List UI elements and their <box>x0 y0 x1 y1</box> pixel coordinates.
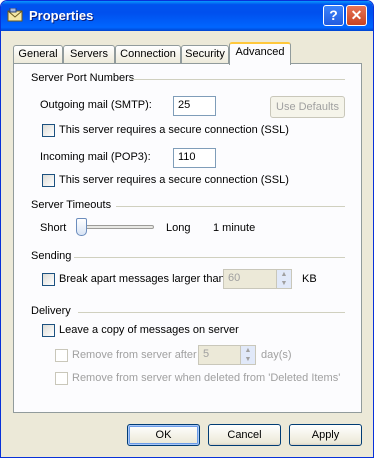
remove-after-unit: day(s) <box>261 349 292 361</box>
spin-up-icon: ▲ <box>280 271 288 278</box>
ok-button[interactable]: OK <box>127 424 200 446</box>
break-apart-unit: KB <box>302 273 317 285</box>
remove-after-label: Remove from server after <box>72 349 197 361</box>
close-icon: ✕ <box>350 7 363 23</box>
remove-after-spinner[interactable]: ▲ ▼ <box>240 346 255 364</box>
advanced-panel: Server Port Numbers Outgoing mail (SMTP)… <box>13 63 362 413</box>
timeout-slider-thumb[interactable] <box>76 218 87 236</box>
remove-deleted-label: Remove from server when deleted from 'De… <box>72 372 341 384</box>
timeouts-group-title: Server Timeouts <box>31 199 112 211</box>
leave-copy-checkbox[interactable] <box>42 324 55 337</box>
break-apart-checkbox[interactable] <box>42 273 55 286</box>
timeout-short-label: Short <box>40 222 67 234</box>
outgoing-ssl-checkbox[interactable] <box>42 124 55 137</box>
outgoing-ssl-label: This server requires a secure connection… <box>59 124 289 136</box>
help-button[interactable]: ? <box>323 5 344 26</box>
tab-servers-label: Servers <box>70 48 108 60</box>
tab-advanced-label: Advanced <box>235 46 285 58</box>
ports-group-divider <box>131 79 345 80</box>
leave-copy-label: Leave a copy of messages on server <box>59 324 239 336</box>
timeout-value-label: 1 minute <box>213 222 256 234</box>
outgoing-port-input[interactable]: 25 <box>173 96 216 116</box>
timeout-slider-track[interactable] <box>76 225 154 229</box>
sending-group-divider <box>74 257 345 258</box>
incoming-ssl-checkbox[interactable] <box>42 174 55 187</box>
tab-security-label: Security <box>185 48 225 60</box>
remove-after-checkbox[interactable] <box>55 349 68 362</box>
ports-group-title: Server Port Numbers <box>31 72 135 84</box>
tab-general[interactable]: General <box>13 45 63 64</box>
break-apart-spinner[interactable]: ▲ ▼ <box>276 270 291 288</box>
tab-general-label: General <box>18 48 58 60</box>
outgoing-label: Outgoing mail (SMTP): <box>40 99 152 111</box>
properties-dialog: Properties ? ✕ General Servers Connectio… <box>0 0 374 458</box>
delivery-group-divider <box>78 312 345 313</box>
spin-up-icon: ▲ <box>244 347 252 354</box>
mail-properties-icon <box>7 8 23 22</box>
window-title: Properties <box>29 8 94 23</box>
use-defaults-button[interactable]: Use Defaults <box>270 96 345 118</box>
delivery-group-title: Delivery <box>31 305 71 317</box>
cancel-button[interactable]: Cancel <box>208 424 281 446</box>
tab-advanced[interactable]: Advanced <box>229 42 291 65</box>
spin-down-icon: ▼ <box>244 356 252 363</box>
incoming-label: Incoming mail (POP3): <box>40 151 151 163</box>
spin-down-icon: ▼ <box>280 280 288 287</box>
title-bar[interactable]: Properties ? ✕ <box>1 1 373 31</box>
timeouts-group-divider <box>116 206 345 207</box>
incoming-ssl-label: This server requires a secure connection… <box>59 174 289 186</box>
timeout-long-label: Long <box>166 222 191 234</box>
tab-servers[interactable]: Servers <box>63 45 115 64</box>
tab-connection[interactable]: Connection <box>115 45 181 64</box>
apply-button[interactable]: Apply <box>289 424 362 446</box>
sending-group-title: Sending <box>31 250 72 262</box>
incoming-port-input[interactable]: 110 <box>173 148 216 168</box>
help-icon: ? <box>329 7 338 23</box>
tab-security[interactable]: Security <box>181 45 229 64</box>
break-apart-label: Break apart messages larger than <box>59 273 225 285</box>
tab-connection-label: Connection <box>120 48 176 60</box>
remove-deleted-checkbox[interactable] <box>55 372 68 385</box>
close-button[interactable]: ✕ <box>346 5 367 26</box>
